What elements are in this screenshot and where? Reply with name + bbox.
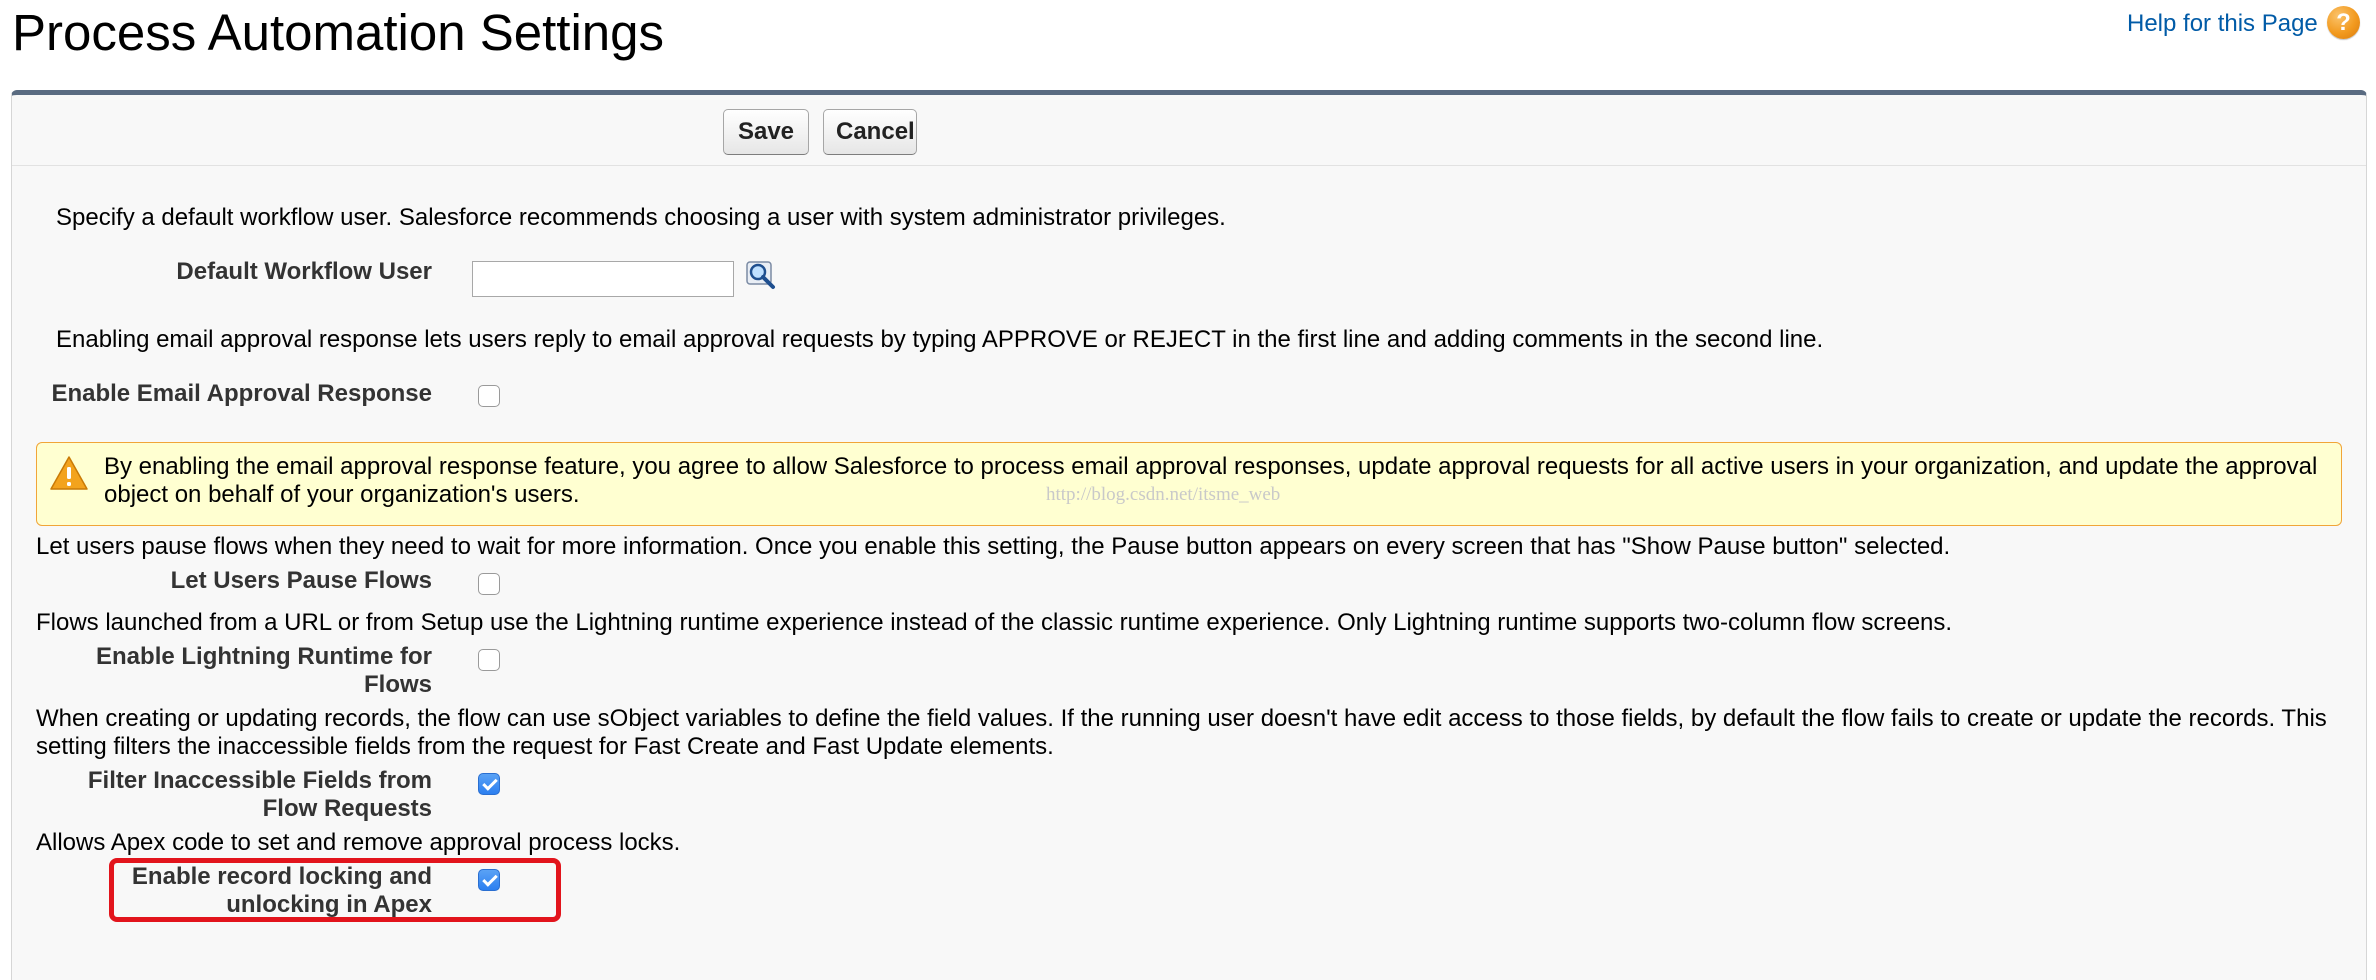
filter-fields-checkbox[interactable] [478,773,500,795]
email-approval-label: Enable Email Approval Response [51,380,432,407]
warning-triangle-icon [50,456,88,490]
help-link[interactable]: Help for this Page [2127,8,2318,40]
question-mark-icon[interactable]: ? [2327,6,2360,39]
email-approval-description: Enabling email approval response lets us… [56,326,1824,353]
highlight-annotation-box [109,858,561,922]
lookup-magnifier-icon[interactable] [745,260,779,292]
default-workflow-user-input[interactable] [472,261,734,297]
filter-fields-label: Filter Inaccessible Fields from Flow Req… [87,767,432,822]
pause-flows-description: Let users pause flows when they need to … [36,533,1951,560]
button-bar: Save Cancel [12,95,2366,166]
cancel-button[interactable]: Cancel [823,109,917,155]
lightning-runtime-description: Flows launched from a URL or from Setup … [36,609,1953,636]
email-approval-checkbox[interactable] [478,385,500,407]
lightning-runtime-label: Enable Lightning Runtime for Flows [96,643,432,698]
record-locking-description: Allows Apex code to set and remove appro… [36,829,681,856]
filter-fields-description: When creating or updating records, the f… [36,705,2327,760]
pause-flows-label: Let Users Pause Flows [170,567,432,594]
save-button[interactable]: Save [723,109,809,155]
workflow-user-description: Specify a default workflow user. Salesfo… [56,204,1226,231]
default-workflow-user-label: Default Workflow User [176,258,432,285]
lightning-runtime-checkbox[interactable] [478,649,500,671]
page-title: Process Automation Settings [12,4,665,61]
watermark-text: http://blog.csdn.net/itsme_web [1046,484,1281,505]
pause-flows-checkbox[interactable] [478,573,500,595]
